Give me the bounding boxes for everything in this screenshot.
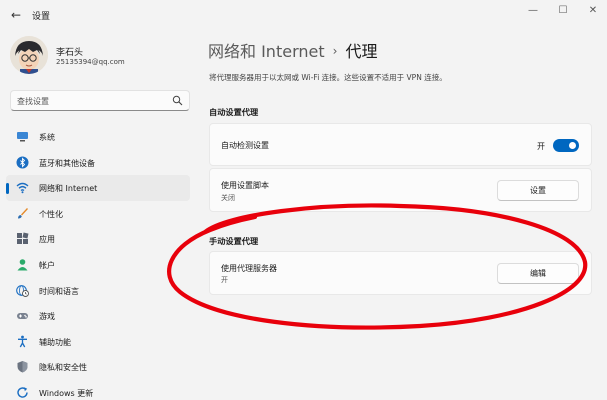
minimize-button[interactable]: — — [523, 4, 543, 18]
sidebar-item-gaming[interactable]: 游戏 — [6, 303, 190, 329]
auto-detect-toggle[interactable] — [553, 139, 579, 152]
sidebar-item-label: 个性化 — [39, 209, 63, 219]
sidebar-item-label: 时间和语言 — [39, 286, 79, 296]
person-icon — [17, 259, 28, 271]
apps-icon — [17, 232, 29, 245]
sidebar-item-windows-update[interactable]: Windows 更新 — [6, 380, 190, 400]
sidebar-item-bluetooth[interactable]: 蓝牙和其他设备 — [6, 150, 190, 176]
accessibility-icon — [18, 335, 27, 348]
search-input[interactable] — [17, 94, 167, 108]
page-title: 代理 — [345, 42, 378, 61]
sidebar-item-personalization[interactable]: 个性化 — [6, 201, 190, 227]
auto-detect-state-text: 开 — [537, 142, 545, 151]
user-email: 25135394@qq.com — [56, 58, 125, 66]
setup-script-label: 使用设置脚本 — [221, 181, 269, 190]
search-box[interactable] — [10, 90, 190, 111]
sidebar-item-label: 帐户 — [39, 260, 55, 270]
proxy-server-label: 使用代理服务器 — [221, 264, 277, 273]
search-icon — [172, 95, 183, 106]
section-title-auto-proxy: 自动设置代理 — [209, 107, 259, 117]
sidebar-item-privacy[interactable]: 隐私和安全性 — [6, 354, 190, 380]
sidebar-item-label: 隐私和安全性 — [39, 363, 87, 373]
proxy-server-status: 开 — [221, 276, 228, 284]
paintbrush-icon — [18, 207, 28, 219]
shield-icon — [17, 361, 28, 373]
chevron-right-icon: › — [332, 44, 338, 58]
monitor-icon — [17, 132, 28, 142]
section-title-manual-proxy: 手动设置代理 — [209, 236, 259, 246]
title-bar: ← 设置 — ☐ ✕ — [0, 0, 607, 30]
gamepad-icon — [17, 313, 28, 320]
breadcrumb: 网络和 Internet › 代理 — [208, 38, 377, 62]
wifi-icon — [16, 182, 29, 194]
back-arrow-icon[interactable]: ← — [8, 8, 24, 22]
sidebar-item-label: 网络和 Internet — [39, 184, 98, 194]
user-name: 李石头 — [56, 48, 84, 58]
page-description: 将代理服务器用于以太网或 Wi-Fi 连接。这些设置不适用于 VPN 连接。 — [209, 73, 447, 82]
avatar-icon — [10, 36, 48, 74]
maximize-button[interactable]: ☐ — [553, 4, 573, 18]
setup-script-status: 关闭 — [221, 194, 235, 202]
breadcrumb-parent[interactable]: 网络和 Internet — [208, 42, 325, 61]
settings-window: ← 设置 — ☐ ✕ 李石头 25135394@qq.com 查找设置 系统 蓝… — [0, 0, 607, 400]
setup-script-card: 使用设置脚本 关闭 设置 — [209, 168, 592, 212]
sidebar-nav: 系统 蓝牙和其他设备 网络和 Internet 个性化 应用 帐户 时间和语言 … — [0, 124, 192, 400]
bluetooth-icon — [16, 156, 29, 169]
sidebar-item-accessibility[interactable]: 辅助功能 — [6, 329, 190, 355]
sidebar-item-label: 蓝牙和其他设备 — [39, 158, 95, 168]
app-title: 设置 — [32, 12, 51, 22]
globe-clock-icon — [16, 284, 29, 297]
sidebar-item-label: 应用 — [39, 235, 55, 245]
sidebar-item-network[interactable]: 网络和 Internet — [6, 175, 190, 201]
auto-detect-card: 自动检测设置 开 — [209, 123, 592, 166]
sidebar-item-apps[interactable]: 应用 — [6, 226, 190, 252]
edit-button[interactable]: 编辑 — [497, 263, 579, 284]
close-button[interactable]: ✕ — [583, 4, 603, 18]
update-icon — [17, 387, 28, 398]
sidebar-item-accounts[interactable]: 帐户 — [6, 252, 190, 278]
avatar[interactable] — [10, 36, 48, 74]
sidebar-item-label: Windows 更新 — [39, 388, 94, 398]
sidebar-item-system[interactable]: 系统 — [6, 124, 190, 150]
sidebar-item-label: 系统 — [39, 133, 55, 142]
auto-detect-label: 自动检测设置 — [221, 141, 269, 150]
sidebar-item-time-language[interactable]: 时间和语言 — [6, 278, 190, 304]
toggle-knob — [569, 142, 576, 149]
sidebar-item-label: 游戏 — [39, 312, 55, 322]
proxy-server-card: 使用代理服务器 开 编辑 — [209, 251, 592, 295]
sidebar-item-label: 辅助功能 — [39, 337, 71, 347]
setup-button[interactable]: 设置 — [497, 180, 579, 201]
